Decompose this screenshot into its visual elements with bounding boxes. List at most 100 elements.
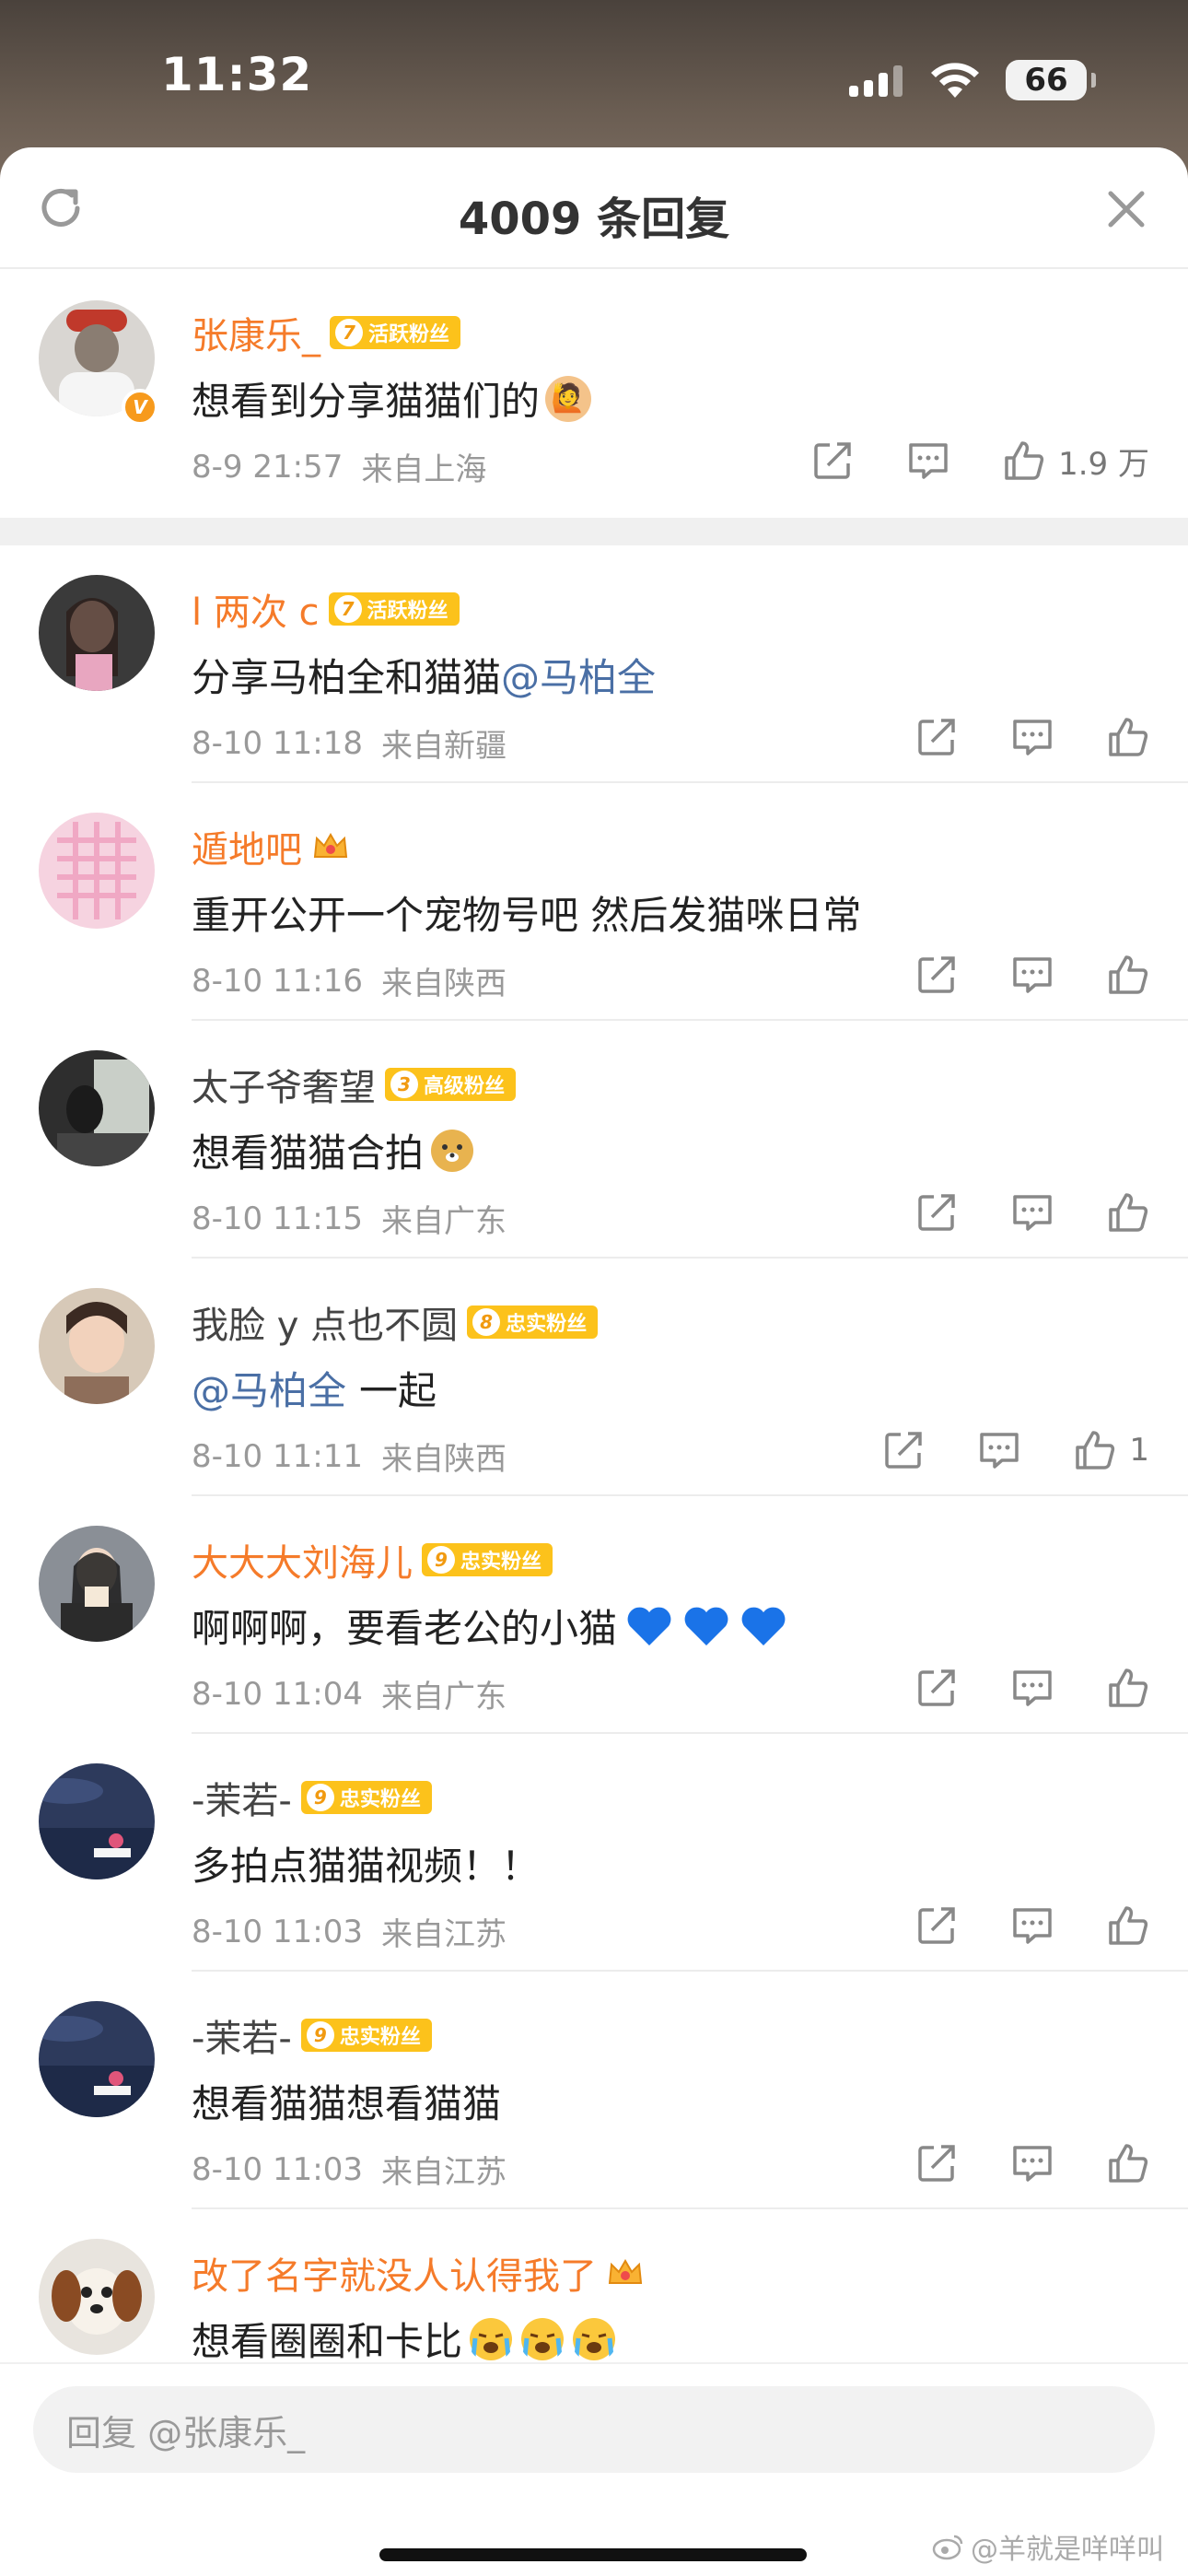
mention-link[interactable]: @马柏全 bbox=[501, 647, 656, 703]
fan-badge-label: 活跃粉丝 bbox=[368, 323, 450, 346]
fan-badge[interactable]: 9 忠实粉丝 bbox=[300, 2019, 432, 2052]
share-icon[interactable] bbox=[915, 1667, 958, 1709]
name-row: 大大大刘海儿 9 忠实粉丝 bbox=[192, 1535, 553, 1585]
weibo-logo-icon bbox=[932, 2535, 963, 2560]
fan-level: 9 bbox=[306, 2021, 334, 2049]
comment-body: 想看猫猫合拍 bbox=[192, 1130, 425, 1176]
comment-date: 8-10 11:03 bbox=[192, 2150, 363, 2188]
username[interactable]: l 两次 c bbox=[192, 582, 320, 636]
fan-badge[interactable]: 9 忠实粉丝 bbox=[422, 1543, 553, 1576]
username[interactable]: 我脸 y 点也不圆 bbox=[192, 1295, 458, 1349]
crown-vip-icon[interactable] bbox=[606, 2255, 645, 2290]
comment-body: 啊啊啊，要看老公的小猫 bbox=[192, 1606, 618, 1651]
comment-body: 多拍点猫猫视频！！ bbox=[192, 1844, 541, 1889]
username[interactable]: 张康乐_ bbox=[192, 306, 320, 359]
like-icon[interactable] bbox=[1107, 1191, 1149, 1234]
status-time: 11:32 bbox=[161, 48, 313, 101]
comment-date: 8-10 11:16 bbox=[192, 962, 363, 1000]
status-bar: 11:32 66 bbox=[0, 0, 1188, 157]
share-icon[interactable] bbox=[915, 716, 958, 758]
comment-item: l 两次 c 7 活跃粉丝 分享马柏全和猫猫 @马柏全 8-10 11:18 来… bbox=[0, 545, 1188, 783]
comment-meta: 8-10 11:15 来自广东 bbox=[192, 1196, 507, 1241]
comment-icon[interactable] bbox=[1011, 954, 1054, 996]
comment-meta: 8-10 11:11 来自陕西 bbox=[192, 1434, 507, 1479]
comment-meta: 8-10 11:03 来自江苏 bbox=[192, 1909, 507, 1954]
comment-icon[interactable] bbox=[907, 439, 949, 482]
comment-icon[interactable] bbox=[1011, 1191, 1054, 1234]
like-icon[interactable] bbox=[1107, 716, 1149, 758]
like-count: 1 bbox=[1129, 1432, 1149, 1469]
like-icon[interactable] bbox=[1107, 954, 1149, 996]
reply-input[interactable]: 回复 @张康乐_ bbox=[33, 2386, 1155, 2473]
comment-icon[interactable] bbox=[1011, 716, 1054, 758]
like-icon[interactable] bbox=[1107, 2142, 1149, 2184]
fan-badge-label: 忠实粉丝 bbox=[506, 1313, 588, 1336]
comment-actions bbox=[862, 1900, 1149, 1951]
username[interactable]: 大大大刘海儿 bbox=[192, 1533, 413, 1587]
comment-item: V 张康乐_ 7 活跃粉丝 想看到分享猫猫们的 🙋 8-9 21:57 来自上海… bbox=[0, 269, 1188, 518]
crying-face-emoji-icon bbox=[573, 2317, 616, 2360]
comment-text: 想看到分享猫猫们的 🙋 bbox=[192, 370, 592, 427]
avatar[interactable] bbox=[39, 2001, 155, 2117]
share-icon[interactable] bbox=[811, 439, 854, 482]
mention-link[interactable]: @马柏全 bbox=[192, 1360, 346, 1416]
close-icon[interactable] bbox=[1101, 184, 1151, 234]
like-icon[interactable] bbox=[1107, 1667, 1149, 1709]
share-icon[interactable] bbox=[915, 954, 958, 996]
comment-icon[interactable] bbox=[978, 1429, 1020, 1471]
watermark-text: @羊就是咩咩叫 bbox=[971, 2534, 1164, 2566]
comment-icon[interactable] bbox=[1011, 1667, 1054, 1709]
avatar[interactable] bbox=[39, 1288, 155, 1404]
avatar[interactable] bbox=[39, 575, 155, 691]
username[interactable]: 太子爷奢望 bbox=[192, 1058, 376, 1111]
replies-sheet: 4009 条回复 V 张康乐_ 7 活跃粉丝 想看到分享猫猫们的 🙋 8-9 2… bbox=[0, 147, 1188, 2576]
name-row: 我脸 y 点也不圆 8 忠实粉丝 bbox=[192, 1295, 599, 1349]
share-icon[interactable] bbox=[915, 2142, 958, 2184]
comment-text: 重开公开一个宠物号吧 然后发猫咪日常 bbox=[192, 884, 861, 941]
avatar[interactable] bbox=[39, 2239, 155, 2355]
avatar[interactable] bbox=[39, 1526, 155, 1642]
comment-icon[interactable] bbox=[1011, 1904, 1054, 1947]
home-indicator[interactable] bbox=[379, 2548, 807, 2561]
comment-location: 来自广东 bbox=[380, 1203, 507, 1240]
comment-icon[interactable] bbox=[1011, 2142, 1054, 2184]
fan-badge[interactable]: 8 忠实粉丝 bbox=[467, 1306, 599, 1339]
comment-item: 遁地吧 重开公开一个宠物号吧 然后发猫咪日常 8-10 11:16 来自陕西 bbox=[0, 783, 1188, 1021]
avatar[interactable] bbox=[39, 1763, 155, 1879]
fan-level: 8 bbox=[472, 1308, 501, 1336]
avatar[interactable] bbox=[39, 1050, 155, 1166]
comment-location: 来自新疆 bbox=[380, 728, 507, 765]
avatar[interactable] bbox=[39, 813, 155, 929]
verified-badge-icon: V bbox=[122, 389, 158, 426]
comment-actions bbox=[862, 949, 1149, 1001]
like-icon[interactable] bbox=[1074, 1429, 1116, 1471]
username[interactable]: -茉若- bbox=[192, 1771, 292, 1824]
fan-badge[interactable]: 3 高级粉丝 bbox=[385, 1068, 517, 1101]
blue-heart-icon bbox=[684, 1607, 728, 1645]
fan-level: 7 bbox=[333, 595, 362, 623]
comment-text: 想看圈圈和卡比 bbox=[192, 2311, 617, 2367]
username[interactable]: 遁地吧 bbox=[192, 820, 302, 873]
fan-badge[interactable]: 9 忠实粉丝 bbox=[300, 1781, 432, 1814]
like-icon[interactable] bbox=[1107, 1904, 1149, 1947]
share-icon[interactable] bbox=[915, 1904, 958, 1947]
fan-badge[interactable]: 7 活跃粉丝 bbox=[330, 316, 461, 349]
username[interactable]: 改了名字就没人认得我了 bbox=[192, 2246, 597, 2300]
username[interactable]: -茉若- bbox=[192, 2008, 292, 2062]
share-icon[interactable] bbox=[915, 1191, 958, 1234]
comment-actions bbox=[862, 1187, 1149, 1238]
battery-icon: 66 bbox=[1006, 60, 1096, 100]
fan-badge[interactable]: 7 活跃粉丝 bbox=[328, 592, 460, 626]
comment-body: 想看圈圈和卡比 bbox=[192, 2319, 463, 2364]
comment-text: 想看猫猫想看猫猫 bbox=[192, 2073, 501, 2129]
share-icon[interactable] bbox=[882, 1429, 925, 1471]
fan-badge-label: 忠实粉丝 bbox=[460, 1551, 542, 1574]
like-icon[interactable] bbox=[1003, 439, 1045, 482]
comment-actions bbox=[862, 711, 1149, 763]
comment-body: 想看到分享猫猫们的 bbox=[192, 379, 541, 424]
page-title: 4009 条回复 bbox=[458, 193, 730, 245]
comment-location: 来自江苏 bbox=[380, 2154, 507, 2191]
crown-vip-icon[interactable] bbox=[311, 829, 350, 864]
comment-body: 分享马柏全和猫猫 bbox=[192, 655, 502, 700]
crying-face-emoji-icon bbox=[521, 2317, 565, 2360]
